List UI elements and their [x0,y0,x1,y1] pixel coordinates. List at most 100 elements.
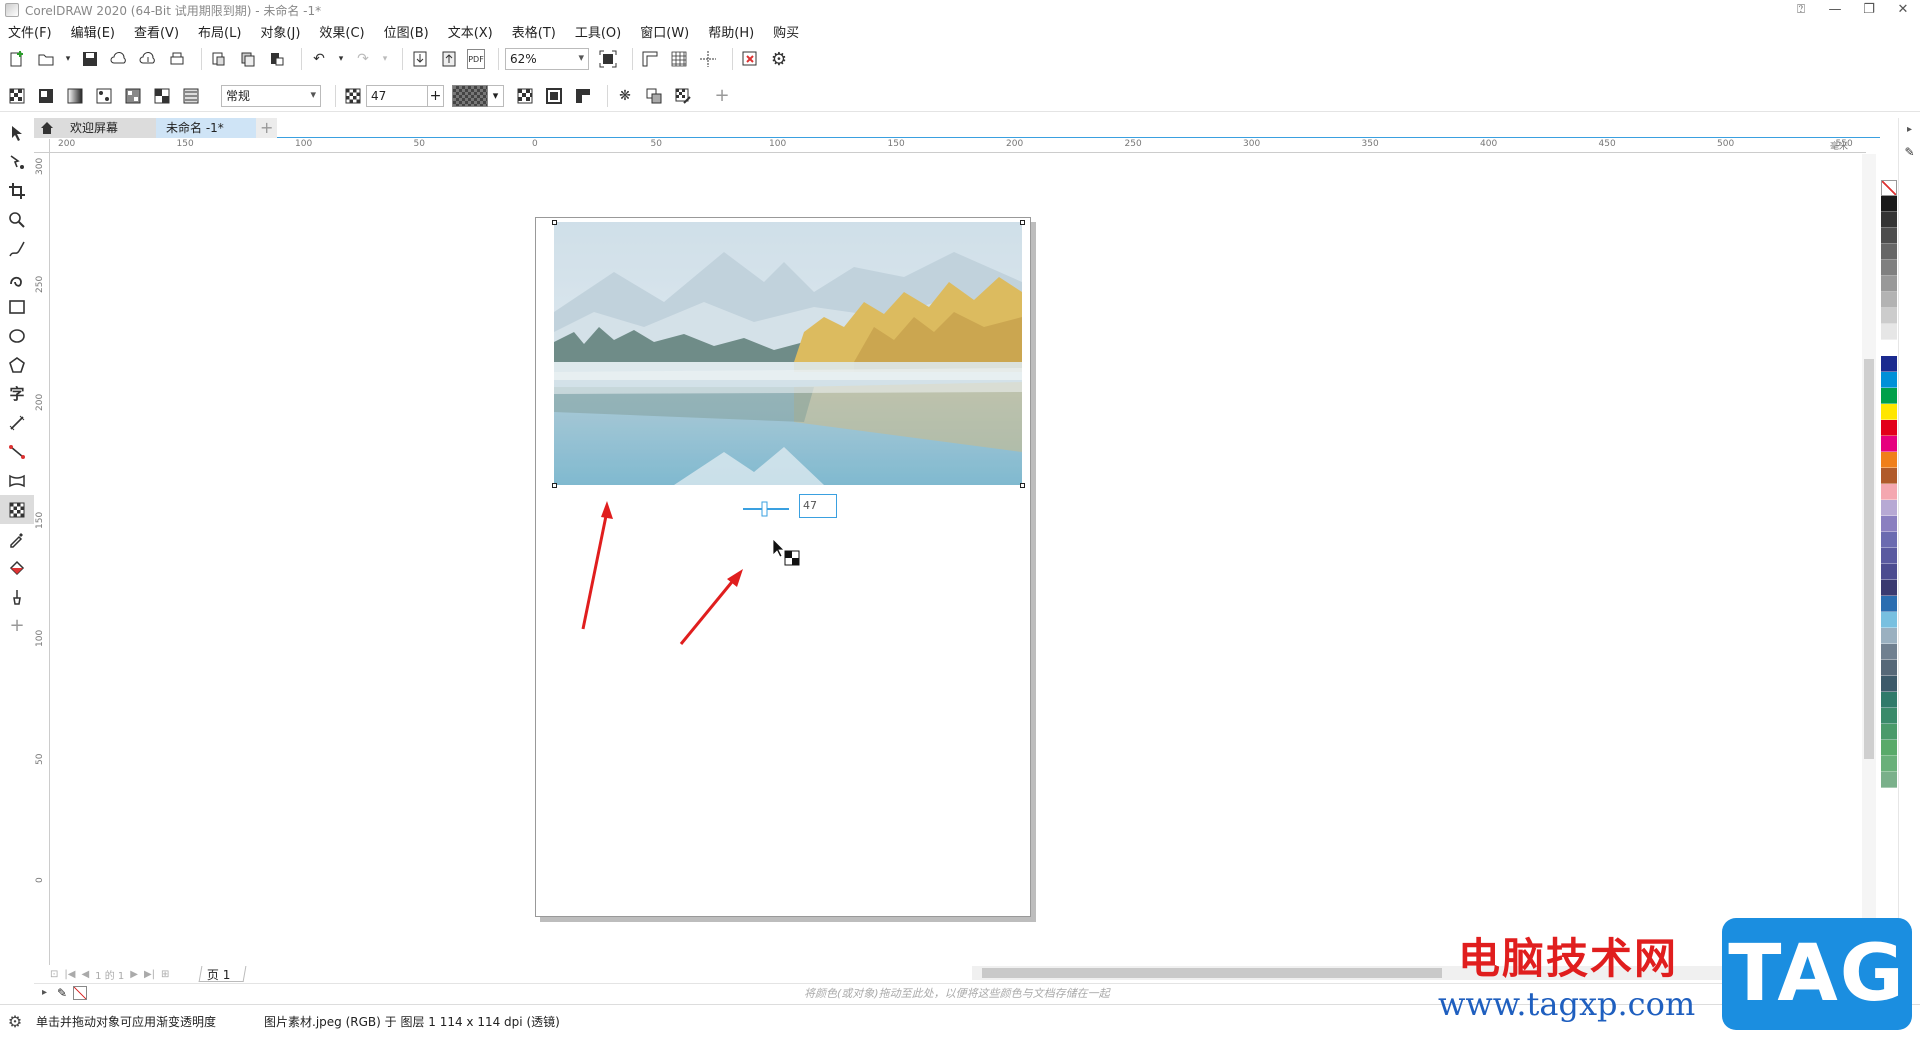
menu-bitmaps[interactable]: 位图(B) [384,22,429,41]
palette-swatch[interactable] [1881,548,1897,564]
palette-swatch[interactable] [1881,596,1897,612]
palette-swatch[interactable] [1881,660,1897,676]
pick-tool-icon[interactable] [0,118,34,147]
selected-photo-image[interactable] [554,222,1022,485]
palette-swatch[interactable] [1881,772,1897,788]
vertical-scrollbar[interactable] [1862,154,1876,964]
first-page-icon[interactable]: |◀ [64,969,75,980]
print-icon[interactable] [166,48,188,70]
minimize-button[interactable]: — [1818,0,1852,20]
palette-swatch[interactable] [1881,708,1897,724]
vertical-ruler[interactable]: 300 250 200 150 100 50 0 [34,153,50,965]
selection-handle-top-right[interactable] [1020,220,1025,225]
menu-help[interactable]: 帮助(H) [708,22,754,41]
palette-swatch[interactable] [1881,308,1897,324]
color-eyedropper-tool-icon[interactable] [0,524,34,553]
palette-swatch[interactable] [1881,436,1897,452]
transparency-fill-swatch[interactable] [452,84,488,107]
transparency-tool-icon[interactable] [0,495,34,524]
selection-handle-top-left[interactable] [552,220,557,225]
previous-page-icon[interactable]: ◀ [81,969,89,980]
ruler-origin[interactable] [34,139,50,153]
palette-swatch[interactable] [1881,244,1897,260]
apply-fill-only-icon[interactable] [514,85,536,107]
redo-icon[interactable]: ↷ [352,48,374,70]
close-button[interactable]: ✕ [1886,0,1920,20]
palette-swatch[interactable] [1881,340,1897,356]
undo-icon[interactable]: ↶ [308,48,330,70]
transparency-fill-dropdown[interactable]: ▾ [488,84,504,107]
apply-outline-only-icon[interactable] [543,85,565,107]
palette-swatch[interactable] [1881,500,1897,516]
rectangle-tool-icon[interactable] [0,292,34,321]
palette-eyedropper-icon[interactable]: ✎ [57,986,67,1000]
add-page-icon[interactable]: ⊞ [161,969,169,980]
snap-to-icon[interactable] [739,48,761,70]
polygon-tool-icon[interactable] [0,350,34,379]
cloud-download-icon[interactable] [137,48,159,70]
show-rulers-icon[interactable] [639,48,661,70]
palette-swatch[interactable] [1881,212,1897,228]
envelope-tool-icon[interactable] [0,466,34,495]
home-tab[interactable] [34,117,60,138]
palette-swatch[interactable] [1881,724,1897,740]
shape-tool-icon[interactable] [0,147,34,176]
palette-swatch[interactable] [1881,756,1897,772]
palette-swatch[interactable] [1881,628,1897,644]
docker-eyedropper-icon[interactable]: ✎ [1899,145,1920,159]
redo-dropdown-icon[interactable]: ▾ [381,48,389,70]
ellipse-tool-icon[interactable] [0,321,34,350]
horizontal-scroll-thumb[interactable] [982,968,1442,978]
menu-object[interactable]: 对象(J) [260,22,300,41]
open-dropdown-icon[interactable]: ▾ [64,48,72,70]
freehand-tool-icon[interactable] [0,234,34,263]
bitmap-pattern-transparency-icon[interactable] [122,85,144,107]
transparency-slider-toggle[interactable]: + [428,84,444,107]
save-icon[interactable] [79,48,101,70]
new-document-icon[interactable] [6,48,28,70]
connector-tool-icon[interactable] [0,437,34,466]
menu-effects[interactable]: 效果(C) [319,22,364,41]
tab-untitled-document[interactable]: 未命名 -1* [156,117,256,138]
vertical-scroll-thumb[interactable] [1864,359,1874,759]
palette-swatch[interactable] [1881,228,1897,244]
palette-swatch[interactable] [1881,404,1897,420]
palette-swatch[interactable] [1881,484,1897,500]
next-page-icon[interactable]: ▶ [130,969,138,980]
palette-swatch[interactable] [1881,612,1897,628]
merge-mode-dropdown[interactable]: 常规 [221,84,321,107]
text-tool-icon[interactable]: 字 [0,379,34,408]
palette-swatch[interactable] [1881,420,1897,436]
restore-button[interactable]: ❐ [1852,0,1886,20]
menu-text[interactable]: 文本(X) [448,22,493,41]
page-tab-1[interactable]: 页 1 [198,966,247,982]
palette-swatch[interactable] [1881,260,1897,276]
tab-welcome-screen[interactable]: 欢迎屏幕 [60,117,156,138]
color-palette[interactable] [1881,180,1897,920]
palette-swatch[interactable] [1881,196,1897,212]
full-screen-icon[interactable] [597,48,619,70]
import-icon[interactable] [409,48,431,70]
palette-swatch[interactable] [1881,388,1897,404]
menu-buy[interactable]: 购买 [773,22,799,41]
horizontal-ruler[interactable]: 200 150 100 50 0 50 100 150 200 250 300 350 400 450 50… [50,139,1866,153]
palette-swatch[interactable] [1881,452,1897,468]
menu-window[interactable]: 窗口(W) [640,22,689,41]
copy-icon[interactable] [237,48,259,70]
parallel-dimension-tool-icon[interactable] [0,408,34,437]
no-color-swatch[interactable] [73,985,88,1000]
uniform-transparency-icon[interactable] [35,85,57,107]
add-property-icon[interactable]: + [711,85,733,107]
cut-icon[interactable] [208,48,230,70]
artistic-media-tool-icon[interactable] [0,263,34,292]
fountain-transparency-icon[interactable] [64,85,86,107]
last-page-icon[interactable]: ▶| [144,969,155,980]
palette-swatch[interactable] [1881,468,1897,484]
menu-edit[interactable]: 编辑(E) [71,22,115,41]
show-guidelines-icon[interactable] [697,48,719,70]
undo-dropdown-icon[interactable]: ▾ [337,48,345,70]
transparency-value-field[interactable]: 47 [799,494,837,518]
status-settings-gear-icon[interactable]: ⚙ [0,1012,30,1031]
palette-swatch[interactable] [1881,356,1897,372]
help-window-icon[interactable]: ⍰ [1784,0,1818,20]
